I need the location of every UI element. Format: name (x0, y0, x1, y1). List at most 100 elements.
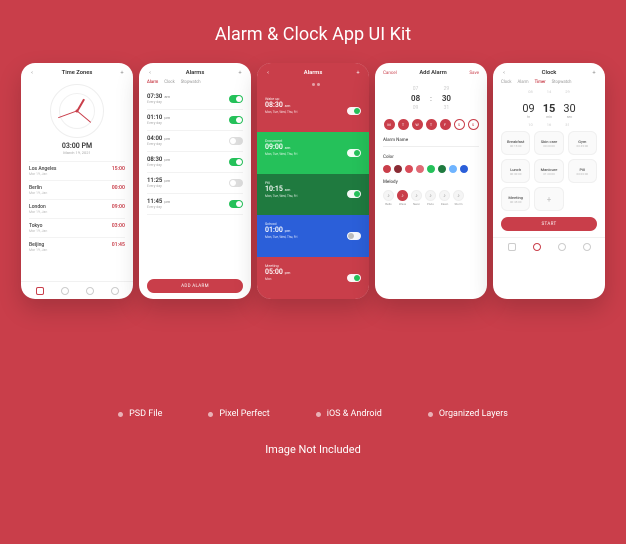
time-picker[interactable]: 07 08 09 : 29 30 31 (375, 80, 487, 117)
preset-tile[interactable]: Breakfast00:15:00 (501, 131, 530, 155)
alarm-name-row[interactable]: Alarm Name (375, 136, 487, 149)
card-toggle[interactable] (347, 274, 361, 282)
melody-option[interactable]: ♪Bells (383, 190, 394, 206)
melody-option[interactable]: ♪Storm (453, 190, 464, 206)
alarm-row[interactable]: 08:30pmEvery day (147, 152, 243, 173)
add-alarm-button[interactable]: ADD ALARM (147, 279, 243, 293)
preset-tile[interactable]: Skin care00:20:00 (534, 131, 563, 155)
preset-add[interactable]: + (534, 187, 563, 211)
day-pill[interactable]: T (398, 119, 409, 130)
picker-min[interactable]: 30 (442, 94, 451, 103)
color-swatch[interactable] (416, 165, 424, 173)
color-swatch[interactable] (427, 165, 435, 173)
color-swatch[interactable] (405, 165, 413, 173)
timezone-row[interactable]: TokyoMar 19, Jan 03:00 (29, 218, 125, 237)
day-pill[interactable]: W (412, 119, 423, 130)
card-toggle[interactable] (347, 107, 361, 115)
start-button[interactable]: START (501, 217, 597, 231)
card-toggle[interactable] (347, 149, 361, 157)
day-pill[interactable]: F (440, 119, 451, 130)
timezone-list[interactable]: Los AngelesMar 19, Jan 15:00 BerlinMar 1… (21, 161, 133, 281)
day-pill[interactable]: M (384, 119, 395, 130)
nav-home-icon[interactable] (36, 287, 44, 295)
alarm-list[interactable]: 07:30amEvery day 01:10pmEvery day 04:00p… (139, 89, 251, 273)
day-pill[interactable]: S (454, 119, 465, 130)
nav-home-icon[interactable] (508, 243, 516, 251)
alarm-row[interactable]: 11:45pmEvery day (147, 194, 243, 215)
alarm-toggle[interactable] (229, 158, 243, 166)
alarm-card-list[interactable]: Wake up 08:30 am Mon, Tue, Wed, Thu, Fri… (257, 90, 369, 299)
preset-tile[interactable]: Pill00:02:00 (568, 159, 597, 183)
alarm-card[interactable]: Wake up 08:30 am Mon, Tue, Wed, Thu, Fri (257, 90, 369, 132)
tab-clock[interactable]: Clock (501, 80, 511, 85)
save-button[interactable]: Save (469, 71, 479, 76)
preset-tile[interactable]: Manicure01:20:00 (534, 159, 563, 183)
alarm-card[interactable]: Meeting 05:00 pm Mon (257, 257, 369, 299)
preset-tile[interactable]: Gym00:45:00 (568, 131, 597, 155)
color-swatch[interactable] (438, 165, 446, 173)
cancel-button[interactable]: Cancel (383, 71, 397, 76)
nav-clock-icon[interactable] (61, 287, 69, 295)
tab-alarm[interactable]: Alarm (517, 80, 528, 85)
tab-alarm[interactable]: Alarm (147, 80, 158, 85)
preset-tile[interactable]: Meeting00:45:00 (501, 187, 530, 211)
nav-timer-icon[interactable] (86, 287, 94, 295)
timer-hr[interactable]: 09 (522, 102, 534, 115)
timezone-row[interactable]: BerlinMar 19, Jan 00:00 (29, 180, 125, 199)
nav-clock-icon[interactable] (533, 243, 541, 251)
alarm-toggle[interactable] (229, 200, 243, 208)
timer-min[interactable]: 15 (543, 102, 556, 115)
alarm-toggle[interactable] (229, 179, 243, 187)
card-time: 05:00 (265, 268, 283, 276)
add-icon[interactable]: + (355, 70, 361, 76)
alarm-row[interactable]: 07:30amEvery day (147, 89, 243, 110)
day-pill[interactable]: T (426, 119, 437, 130)
header-title: Time Zones (35, 70, 119, 76)
tz-date: Mar 19, Jan (29, 229, 47, 233)
timezone-row[interactable]: BeijingMar 19, Jan 01:45 (29, 237, 125, 256)
nav-stopwatch-icon[interactable] (111, 287, 119, 295)
tab-stopwatch[interactable]: Stopwatch (181, 80, 201, 85)
card-toggle[interactable] (347, 232, 361, 240)
melody-option[interactable]: ♪Neon (411, 190, 422, 206)
nav-stopwatch-icon[interactable] (583, 243, 591, 251)
day-pill[interactable]: S (468, 119, 479, 130)
preset-tile[interactable]: Lunch00:30:00 (501, 159, 530, 183)
timezone-row[interactable]: LondonMar 19, Jan 09:00 (29, 199, 125, 218)
tab-timer[interactable]: Timer (535, 80, 546, 85)
tz-date: Mar 19, Jan (29, 210, 47, 214)
nav-timer-icon[interactable] (558, 243, 566, 251)
timezone-row[interactable]: Los AngelesMar 19, Jan 15:00 (29, 161, 125, 180)
add-icon[interactable]: + (591, 70, 597, 76)
add-icon[interactable]: + (119, 70, 125, 76)
color-swatch[interactable] (394, 165, 402, 173)
alarm-card[interactable]: Pill 10:15 am Mon, Tue, Wed, Thu, Fri (257, 174, 369, 216)
alarm-toggle[interactable] (229, 95, 243, 103)
tab-stopwatch[interactable]: Stopwatch (552, 80, 572, 85)
alarm-row[interactable]: 04:00pmEvery day (147, 131, 243, 152)
feature-item: iOS & Android (316, 409, 382, 419)
plus-icon: + (547, 195, 552, 204)
tab-bar: Clock Alarm Timer Stopwatch (493, 80, 605, 89)
timer-sec[interactable]: 30 (563, 102, 575, 115)
card-toggle[interactable] (347, 190, 361, 198)
alarm-card[interactable]: Document 09:00 am Mon, Tue, Wed, Thu, Fr… (257, 132, 369, 174)
color-swatch[interactable] (449, 165, 457, 173)
timer-picker[interactable]: 09hr 15min 30sec (493, 94, 605, 125)
melody-option[interactable]: ♪Pluto (425, 190, 436, 206)
alarm-row[interactable]: 01:10pmEvery day (147, 110, 243, 131)
melody-option[interactable]: ♪Wave (397, 190, 408, 206)
tab-clock[interactable]: Clock (164, 80, 174, 85)
header-title: Alarms (153, 70, 237, 76)
picker-hour[interactable]: 08 (411, 94, 420, 103)
alarm-row[interactable]: 11:25pmEvery day (147, 173, 243, 194)
alarm-toggle[interactable] (229, 137, 243, 145)
color-swatch[interactable] (383, 165, 391, 173)
alarm-toggle[interactable] (229, 116, 243, 124)
feature-item: PSD File (118, 409, 162, 419)
header-title: Alarms (271, 70, 355, 76)
melody-option[interactable]: ♪Dawn (439, 190, 450, 206)
alarm-card[interactable]: School 01:00 pm Mon, Tue, Wed, Thu, Fri (257, 215, 369, 257)
color-swatch[interactable] (460, 165, 468, 173)
add-icon[interactable]: + (237, 70, 243, 76)
